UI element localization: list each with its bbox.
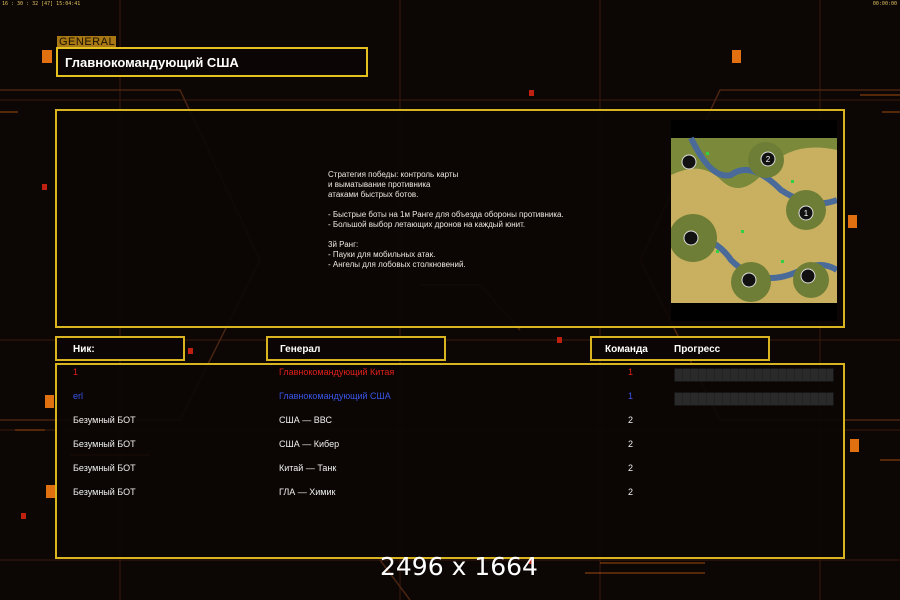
player-team: 2: [628, 415, 634, 425]
column-header-nick-label: Ник:: [73, 344, 95, 355]
player-row: Безумный БОТ США — Кибер 2: [57, 439, 843, 455]
player-nick: 1: [73, 367, 79, 377]
strategy-description: Стратегия победы: контроль карты и вымат…: [328, 170, 564, 269]
player-nick: Безумный БОТ: [73, 415, 136, 425]
map-marker-label: 1: [804, 209, 809, 218]
general-title-box: Главнокомандующий США: [56, 47, 368, 77]
player-general: США — Кибер: [279, 439, 340, 449]
watermark: 2496 x 1664: [380, 552, 538, 581]
player-general: Главнокомандующий Китая: [279, 367, 395, 377]
player-general: Главнокомандующий США: [279, 391, 391, 401]
column-header-general-label: Генерал: [280, 344, 321, 355]
player-general: ГЛА — Химик: [279, 487, 336, 497]
column-header-team-progress: Команда Прогресс: [590, 336, 770, 361]
player-team: 1: [628, 367, 634, 377]
status-readout-left: 16 : 30 : 32 [47] 15:04:41: [2, 1, 81, 7]
map-preview: 2 1: [669, 120, 839, 321]
map-marker-label: 2: [766, 155, 771, 164]
player-progress-bar: [674, 392, 834, 406]
player-row: Безумный БОТ Китай — Танк 2: [57, 463, 843, 479]
general-title: Главнокомандующий США: [65, 55, 239, 70]
player-team: 2: [628, 463, 634, 473]
general-description-panel: Стратегия победы: контроль карты и вымат…: [55, 109, 845, 328]
top-status-bar: 16 : 30 : 32 [47] 15:04:41 00:00:00: [0, 0, 900, 8]
column-header-progress-label: Прогресс: [674, 344, 721, 355]
player-team: 1: [628, 391, 634, 401]
map-preview-image: 2 1: [669, 136, 839, 303]
map-start-position: [683, 230, 699, 246]
player-team: 2: [628, 439, 634, 449]
player-row: erl Главнокомандующий США 1: [57, 391, 843, 407]
player-nick: Безумный БОТ: [73, 487, 136, 497]
player-general: США — ВВС: [279, 415, 332, 425]
column-header-team-label: Команда: [605, 344, 648, 355]
player-general: Китай — Танк: [279, 463, 337, 473]
player-progress-bar: [674, 368, 834, 382]
column-header-general: Генерал: [266, 336, 446, 361]
player-row: Безумный БОТ ГЛА — Химик 2: [57, 487, 843, 503]
map-start-position: [800, 268, 816, 284]
player-nick: Безумный БОТ: [73, 463, 136, 473]
status-readout-right: 00:00:00: [872, 1, 897, 7]
player-nick: erl: [73, 391, 84, 401]
player-row: Безумный БОТ США — ВВС 2: [57, 415, 843, 431]
map-start-position: [681, 154, 697, 170]
player-list: 1 Главнокомандующий Китая 1 erl Главнокоманд…: [55, 363, 845, 559]
player-team: 2: [628, 487, 634, 497]
player-row: 1 Главнокомандующий Китая 1: [57, 367, 843, 383]
map-start-position: [741, 272, 757, 288]
column-header-nick: Ник:: [55, 336, 185, 361]
player-nick: Безумный БОТ: [73, 439, 136, 449]
